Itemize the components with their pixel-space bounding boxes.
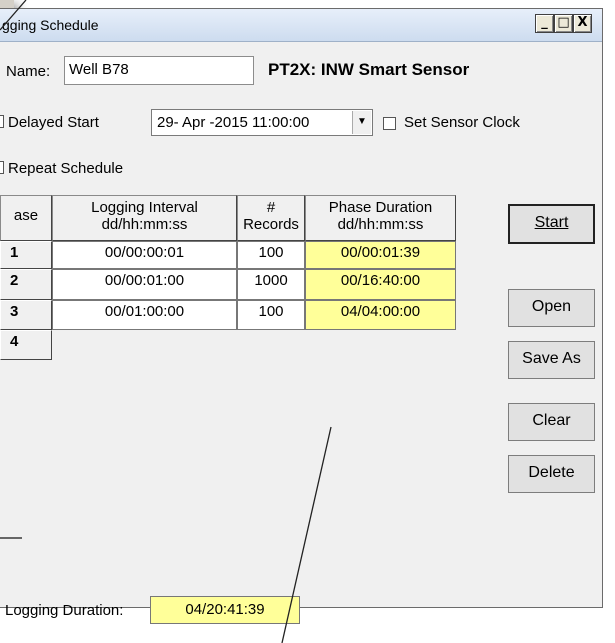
callout-line xyxy=(0,0,27,31)
annotation-lines xyxy=(0,0,332,643)
callout-line xyxy=(281,426,332,643)
